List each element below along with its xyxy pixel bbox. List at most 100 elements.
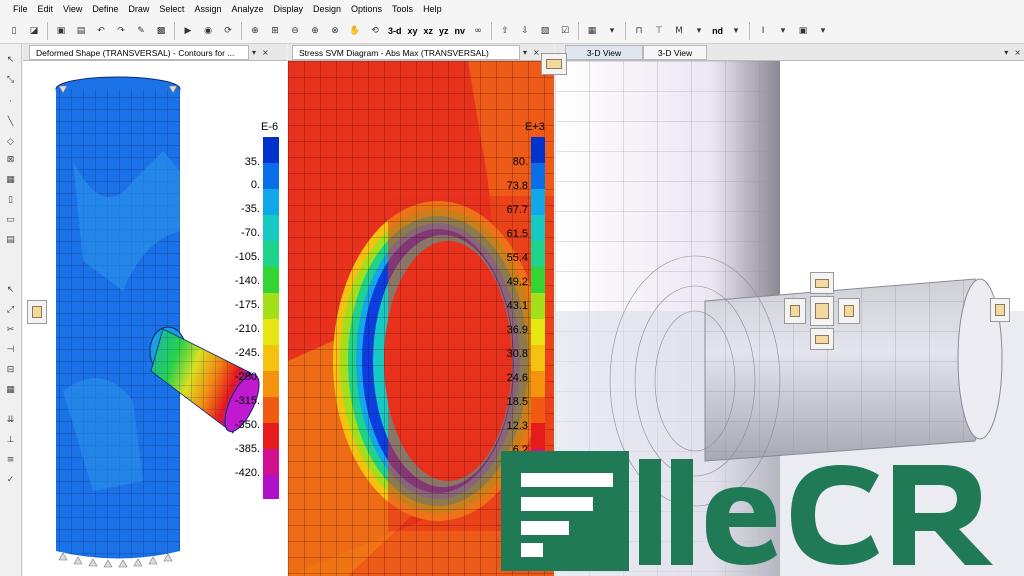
menu-bar: File Edit View Define Draw Select Assign…: [0, 0, 1024, 19]
view-nv-button[interactable]: nv: [452, 22, 469, 40]
run-step-icon[interactable]: ◉: [199, 22, 217, 40]
menu-analyze[interactable]: Analyze: [226, 0, 268, 19]
dock-compass-center[interactable]: [810, 296, 834, 326]
table-icon[interactable]: ▦: [3, 382, 18, 397]
dock-compass-left[interactable]: [784, 298, 806, 324]
dropdown-arrow-icon[interactable]: ▾: [1001, 48, 1011, 57]
point-icon[interactable]: ·: [3, 94, 18, 109]
tab-deformed-shape[interactable]: Deformed Shape (TRANSVERSAL) - Contours …: [29, 44, 249, 60]
area-icon[interactable]: ◇: [3, 134, 18, 149]
legend-tick: -210.: [234, 323, 260, 335]
menu-assign[interactable]: Assign: [189, 0, 226, 19]
join-icon[interactable]: ⊣: [3, 342, 18, 357]
replicate-icon[interactable]: ⊟: [3, 362, 18, 377]
frame-icon[interactable]: ⊓: [630, 22, 648, 40]
legend-tick: 18.5: [506, 396, 528, 408]
pane3-tabstrip: 3-D View 3-D View ▾ ×: [555, 44, 1024, 61]
rectangle-icon[interactable]: ▭: [3, 212, 18, 227]
dock-right-guide[interactable]: [990, 298, 1010, 322]
menu-help[interactable]: Help: [418, 0, 447, 19]
dropdown-arrow-icon[interactable]: ▾: [727, 22, 745, 40]
section-icon[interactable]: I: [754, 22, 772, 40]
zoom-in-icon[interactable]: ⊕: [306, 22, 324, 40]
deformed-shape-viewport[interactable]: E-6 35. 0. -35. -70. -105. -140. -175. -…: [23, 61, 287, 576]
checkbox-icon[interactable]: ☑: [556, 22, 574, 40]
menu-define[interactable]: Define: [87, 0, 123, 19]
pencil-icon[interactable]: ✎: [132, 22, 150, 40]
glasses-icon[interactable]: ∞: [469, 22, 487, 40]
dropdown-arrow-icon[interactable]: ▾: [249, 48, 259, 57]
menu-edit[interactable]: Edit: [33, 0, 59, 19]
zoom-window-icon[interactable]: ⊕: [246, 22, 264, 40]
run-icon[interactable]: ▶: [179, 22, 197, 40]
dropdown-arrow-icon[interactable]: ▾: [603, 22, 621, 40]
menu-display[interactable]: Display: [268, 0, 308, 19]
reshape-icon[interactable]: ⤡: [3, 72, 18, 87]
dock-compass-right[interactable]: [838, 298, 860, 324]
zoom-prev-icon[interactable]: ⊗: [326, 22, 344, 40]
view-nd-button[interactable]: nd: [709, 22, 726, 40]
tab-3d-view-2[interactable]: 3-D View: [643, 44, 707, 60]
grid-icon[interactable]: ▦: [583, 22, 601, 40]
open-file-icon[interactable]: ◪: [25, 22, 43, 40]
menu-design[interactable]: Design: [308, 0, 346, 19]
moment-icon[interactable]: M: [670, 22, 688, 40]
dock-top-guide[interactable]: [541, 53, 567, 75]
dock-left-guide[interactable]: [27, 300, 47, 324]
view-xz-button[interactable]: xz: [421, 22, 437, 40]
link-icon[interactable]: ⤢: [3, 302, 18, 317]
undo-icon[interactable]: ↶: [92, 22, 110, 40]
cut-icon[interactable]: ✂: [3, 322, 18, 337]
refresh-icon[interactable]: ⟳: [219, 22, 237, 40]
menu-draw[interactable]: Draw: [123, 0, 154, 19]
dock-center-compass[interactable]: [784, 272, 860, 350]
grid-icon[interactable]: ▤: [3, 232, 18, 247]
line-icon[interactable]: ╲: [3, 114, 18, 129]
dropdown-arrow-icon[interactable]: ▾: [520, 48, 530, 57]
dock-compass-bottom[interactable]: [810, 328, 834, 350]
display-options-icon[interactable]: ▣: [794, 22, 812, 40]
legend-tick: -245.: [234, 347, 260, 359]
zoom-extents-icon[interactable]: ⊞: [266, 22, 284, 40]
load-icon[interactable]: ⇊: [3, 412, 18, 427]
select-all-icon[interactable]: ▧: [536, 22, 554, 40]
tab-3d-view-1[interactable]: 3-D View: [565, 44, 643, 60]
toolbar-divider: [491, 22, 493, 40]
save-icon[interactable]: ▣: [52, 22, 70, 40]
down-arrow-icon[interactable]: ⇩: [516, 22, 534, 40]
print-icon[interactable]: ▤: [72, 22, 90, 40]
dropdown-arrow-icon[interactable]: ▾: [690, 22, 708, 40]
menu-view[interactable]: View: [58, 0, 87, 19]
support-icon[interactable]: ⊥: [3, 432, 18, 447]
zoom-out-icon[interactable]: ⊖: [286, 22, 304, 40]
cross-icon[interactable]: ⊠: [3, 152, 18, 167]
mesh-icon[interactable]: ▦: [3, 172, 18, 187]
view-xy-button[interactable]: xy: [405, 22, 421, 40]
pointer-icon[interactable]: ↖: [3, 52, 18, 67]
dock-compass-top[interactable]: [810, 272, 834, 294]
tab-stress-svm[interactable]: Stress SVM Diagram - Abs Max (TRANSVERSA…: [292, 44, 520, 60]
select-icon[interactable]: ↖: [3, 282, 18, 297]
up-arrow-icon[interactable]: ⇧: [496, 22, 514, 40]
dropdown-arrow-icon[interactable]: ▾: [774, 22, 792, 40]
toolbar-divider: [625, 22, 627, 40]
view-3d-button[interactable]: 3-d: [385, 22, 405, 40]
redo-icon[interactable]: ↷: [112, 22, 130, 40]
view-yz-button[interactable]: yz: [436, 22, 452, 40]
lock-icon[interactable]: ▩: [152, 22, 170, 40]
close-icon[interactable]: ×: [1011, 48, 1024, 57]
pan-hand-icon[interactable]: ✋: [346, 22, 364, 40]
beam-icon[interactable]: ⊤: [650, 22, 668, 40]
document-icon[interactable]: ▯: [3, 192, 18, 207]
menu-select[interactable]: Select: [154, 0, 189, 19]
menu-options[interactable]: Options: [346, 0, 387, 19]
close-icon[interactable]: ×: [259, 48, 272, 57]
new-file-icon[interactable]: ▯: [5, 22, 23, 40]
main-toolbar: ▯ ◪ ▣ ▤ ↶ ↷ ✎ ▩ ▶ ◉ ⟳ ⊕ ⊞ ⊖ ⊕ ⊗ ✋ ⟲ 3-d …: [0, 19, 1024, 44]
rotate-icon[interactable]: ⟲: [366, 22, 384, 40]
check-icon[interactable]: ✓: [3, 472, 18, 487]
menu-tools[interactable]: Tools: [387, 0, 418, 19]
menu-file[interactable]: File: [8, 0, 33, 19]
dropdown-arrow-icon[interactable]: ▾: [814, 22, 832, 40]
label-icon[interactable]: ≡: [3, 452, 18, 467]
